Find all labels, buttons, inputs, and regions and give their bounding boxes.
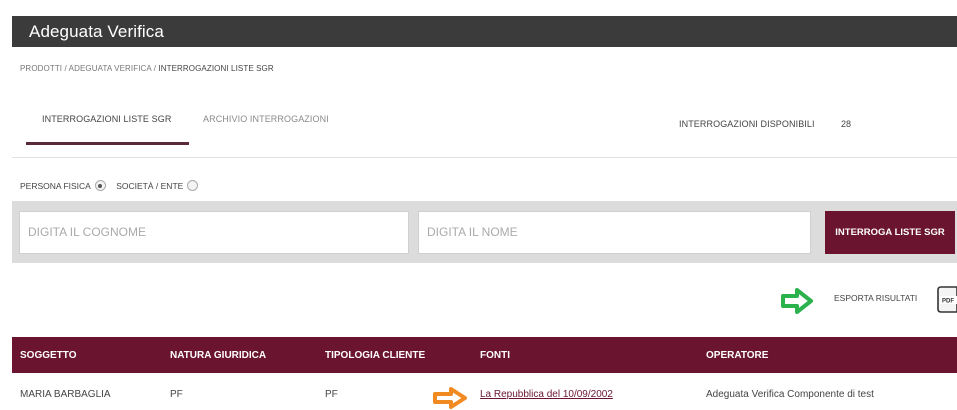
radio-societa-ente[interactable]: SOCIETÀ / ENTE [116, 180, 199, 191]
column-header-soggetto: SOGGETTO [20, 350, 77, 361]
radio-label: PERSONA FISICA [20, 180, 91, 191]
breadcrumb-item-prodotti[interactable]: PRODOTTI [20, 64, 62, 73]
breadcrumb-item-adeguata-verifica[interactable]: ADEGUATA VERIFICA [69, 64, 152, 73]
svg-text:PDF: PDF [942, 299, 954, 305]
app-title: Adeguata Verifica [29, 22, 164, 41]
cell-operatore: Adeguata Verifica Componente di test [706, 389, 874, 400]
arrow-right-icon [433, 387, 467, 409]
column-header-tipologia-cliente: TIPOLOGIA CLIENTE [325, 350, 426, 361]
tabs: INTERROGAZIONI LISTE SGR ARCHIVIO INTERR… [26, 100, 957, 150]
search-button[interactable]: INTERROGA LISTE SGR [825, 211, 955, 254]
breadcrumb-current: INTERROGAZIONI LISTE SGR [158, 64, 274, 73]
subject-type-selector: PERSONA FISICA SOCIETÀ / ENTE [20, 180, 206, 191]
pdf-icon[interactable]: PDF [937, 286, 957, 313]
name-input[interactable]: DIGITA IL NOME [418, 211, 811, 254]
cell-tipologia-cliente: PF [325, 389, 338, 400]
export-results-link[interactable]: ESPORTA RISULTATI [834, 293, 917, 303]
column-header-natura-giuridica: NATURA GIURIDICA [170, 350, 267, 361]
search-panel: DIGITA IL COGNOME DIGITA IL NOME INTERRO… [12, 201, 957, 263]
table-row: MARIA BARBAGLIA PF PF La Repubblica del … [12, 373, 957, 410]
column-header-fonti: FONTI [480, 350, 510, 361]
surname-input[interactable]: DIGITA IL COGNOME [19, 211, 409, 254]
tabs-divider [12, 157, 957, 158]
breadcrumb: PRODOTTI / ADEGUATA VERIFICA / INTERROGA… [20, 64, 274, 73]
radio-label: SOCIETÀ / ENTE [116, 180, 184, 191]
cell-natura-giuridica: PF [170, 389, 183, 400]
active-tab-indicator [26, 142, 189, 145]
radio-unchecked-icon[interactable] [187, 180, 199, 191]
column-header-operatore: OPERATORE [706, 350, 769, 361]
tab-interrogazioni-liste-sgr[interactable]: INTERROGAZIONI LISTE SGR [42, 114, 171, 124]
radio-checked-icon[interactable] [94, 180, 106, 191]
radio-persona-fisica[interactable]: PERSONA FISICA [20, 180, 106, 191]
source-link[interactable]: La Repubblica del 10/09/2002 [480, 389, 613, 400]
tab-archivio-interrogazioni[interactable]: ARCHIVIO INTERROGAZIONI [203, 114, 329, 124]
app-title-bar: Adeguata Verifica [12, 16, 957, 47]
arrow-right-icon [781, 288, 813, 314]
availability-label: INTERROGAZIONI DISPONIBILI [679, 119, 815, 129]
cell-soggetto: MARIA BARBAGLIA [20, 389, 111, 400]
availability-count: 28 [841, 119, 852, 129]
results-table-header: SOGGETTO NATURA GIURIDICA TIPOLOGIA CLIE… [12, 337, 957, 373]
